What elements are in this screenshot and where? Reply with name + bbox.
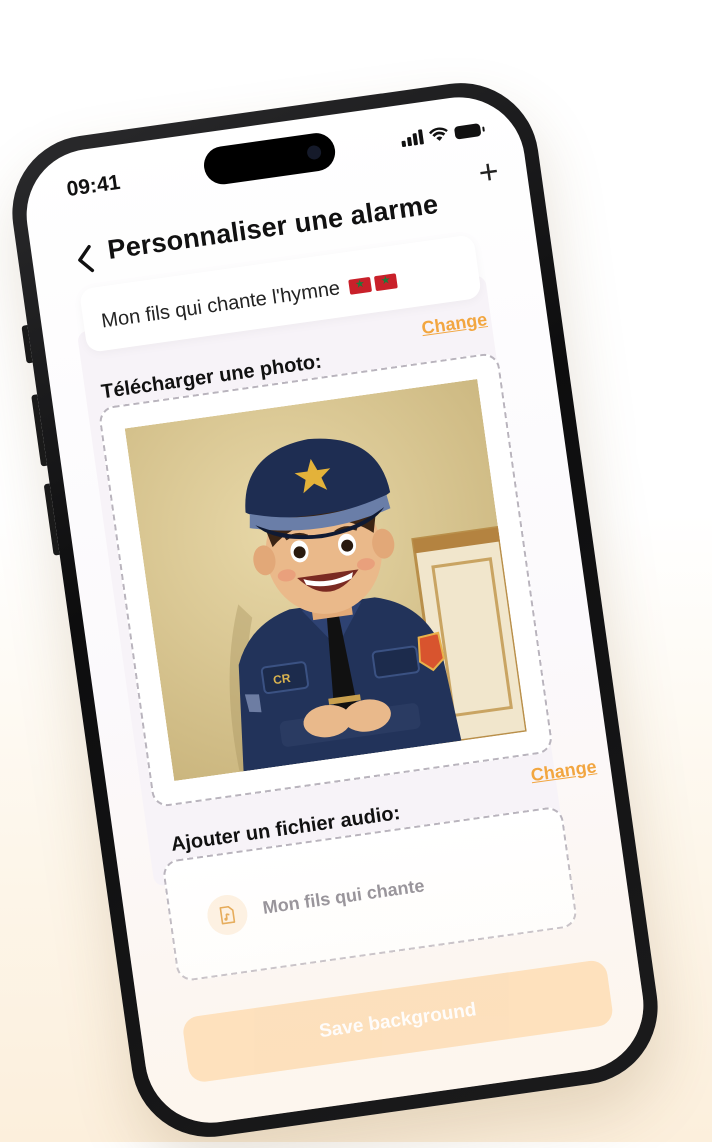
battery-icon (453, 123, 482, 140)
save-button-label: Save background (317, 999, 478, 1043)
action-button (21, 325, 33, 364)
status-icons (400, 120, 482, 148)
status-time: 09:41 (65, 170, 122, 202)
morocco-flag-icon (348, 276, 373, 295)
svg-text:CR: CR (272, 671, 291, 687)
save-background-button[interactable]: Save background (181, 958, 615, 1084)
photo-upload-area[interactable]: CR (97, 351, 554, 809)
morocco-flag-icon (374, 273, 398, 292)
cellular-signal-icon (400, 128, 425, 148)
volume-down-button (43, 483, 60, 556)
wifi-icon (428, 127, 448, 141)
chevron-left-icon (78, 244, 95, 273)
audio-file-icon (204, 892, 250, 938)
phone-screen: 09:41 + Personnaliser une alarme Mon fil… (18, 88, 652, 1132)
back-button[interactable] (71, 240, 103, 278)
uploaded-photo: CR (124, 378, 527, 782)
add-button[interactable]: + (476, 152, 501, 192)
dynamic-island (201, 130, 338, 187)
audio-file-name: Mon fils qui chante (261, 875, 426, 918)
phone-frame: 09:41 + Personnaliser une alarme Mon fil… (2, 73, 668, 1147)
front-camera (306, 144, 323, 161)
volume-up-button (31, 394, 48, 467)
